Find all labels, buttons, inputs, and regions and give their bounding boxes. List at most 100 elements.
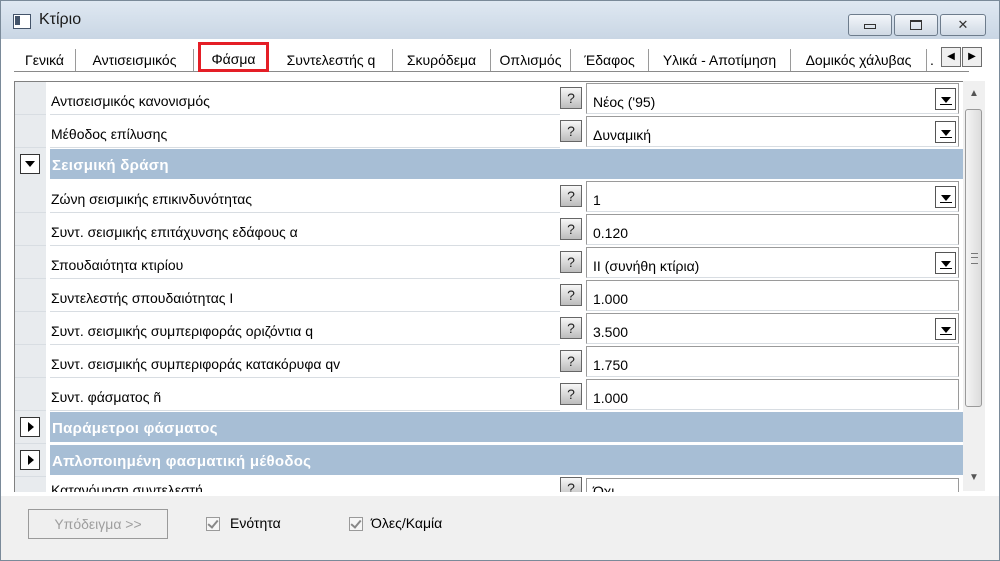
tab-antiseismic[interactable]: Αντισεισμικός: [76, 49, 194, 71]
section-simplified-spectral-method[interactable]: Απλοποιημένη φασματική μέθοδος: [15, 444, 963, 477]
tab-structural-steel[interactable]: Δομικός χάλυβας: [791, 49, 927, 71]
help-button[interactable]: ?: [560, 350, 582, 372]
property-row: Συντ. σεισμικής συμπεριφοράς κατακόρυφα …: [15, 345, 963, 378]
property-row: Αντισεισμικός κανονισμός ? Νέος ('95): [15, 82, 963, 115]
bottom-bar: Υπόδειγμα >> Ενότητα Όλες/Καμία: [1, 496, 999, 560]
tab-scroll-left-button[interactable]: ◀: [941, 47, 961, 67]
help-button[interactable]: ?: [560, 218, 582, 240]
help-button[interactable]: ?: [560, 477, 582, 492]
section-label: Παράμετροι φάσματος: [50, 412, 963, 442]
tab-strip: Γενικά Αντισεισμικός Φάσμα Συντελεστής q…: [14, 42, 969, 72]
property-label: Συντελεστής σπουδαιότητας Ι: [50, 279, 560, 312]
expand-toggle-icon[interactable]: [20, 450, 40, 470]
example-button[interactable]: Υπόδειγμα >>: [28, 509, 168, 539]
property-value: 1.750: [593, 357, 629, 373]
property-row: Μέθοδος επίλυσης ? Δυναμική: [15, 115, 963, 148]
dropdown-arrow-icon[interactable]: [935, 121, 956, 143]
close-button[interactable]: ✕: [940, 14, 986, 36]
property-input[interactable]: 0.120: [586, 214, 959, 245]
help-button[interactable]: ?: [560, 87, 582, 109]
property-dropdown[interactable]: 3.500: [586, 313, 959, 344]
row-gutter: [15, 279, 46, 312]
tab-more[interactable]: .: [927, 49, 937, 71]
tab-materials-assessment[interactable]: Υλικά - Αποτίμηση: [649, 49, 791, 71]
property-value: 3.500: [593, 324, 629, 340]
row-gutter: [15, 213, 46, 246]
help-button[interactable]: ?: [560, 185, 582, 207]
dropdown-arrow-icon[interactable]: [935, 318, 956, 340]
property-dropdown[interactable]: Νέος ('95): [586, 83, 959, 114]
building-window: Κτίριο ✕ Γενικά Αντισεισμικός Φάσμα Συντ…: [0, 0, 1000, 561]
tab-coefficient-q[interactable]: Συντελεστής q: [270, 49, 393, 71]
help-button[interactable]: ?: [560, 251, 582, 273]
property-label: Σπουδαιότητα κτιρίου: [50, 246, 560, 279]
all-none-checkbox[interactable]: [349, 517, 363, 531]
title-bar: Κτίριο ✕: [1, 1, 999, 39]
row-gutter: [15, 312, 46, 345]
property-label: Συντ. σεισμικής συμπεριφοράς οριζόντια q: [50, 312, 560, 345]
property-label: Ζώνη σεισμικής επικινδυνότητας: [50, 180, 560, 213]
property-input[interactable]: 1.750: [586, 346, 959, 377]
property-row: Σπουδαιότητα κτιρίου ? ΙΙ (συνήθη κτίρια…: [15, 246, 963, 279]
property-label: Κατανόμηση συντελεστή ...: [50, 477, 560, 492]
dropdown-arrow-icon[interactable]: [935, 252, 956, 274]
help-button[interactable]: ?: [560, 383, 582, 405]
property-value: 1: [593, 192, 601, 208]
property-input[interactable]: 1.000: [586, 280, 959, 311]
row-gutter: [15, 477, 46, 492]
property-value: 1.000: [593, 291, 629, 307]
section-label: Απλοποιημένη φασματική μέθοδος: [50, 445, 963, 475]
expand-toggle-icon[interactable]: [20, 417, 40, 437]
property-row: Ζώνη σεισμικής επικινδυνότητας ? 1: [15, 180, 963, 213]
section-seismic-action[interactable]: Σεισμική δράση: [15, 148, 963, 181]
scroll-down-icon[interactable]: ▼: [966, 469, 982, 487]
property-grid: Αντισεισμικός κανονισμός ? Νέος ('95) Μέ…: [14, 81, 963, 492]
property-value: 1.000: [593, 390, 629, 406]
grip-icon: [971, 253, 978, 264]
window-title: Κτίριο: [39, 11, 82, 28]
property-label: Συντ. φάσματος ñ: [50, 378, 560, 411]
arrow-right-icon: ▶: [968, 51, 976, 62]
close-icon: ✕: [957, 17, 969, 32]
tab-concrete[interactable]: Σκυρόδεμα: [393, 49, 491, 71]
property-label: Μέθοδος επίλυσης: [50, 115, 560, 148]
minimize-button[interactable]: [848, 14, 892, 36]
vertical-scrollbar[interactable]: ▲ ▼: [963, 81, 985, 491]
dropdown-arrow-icon[interactable]: [935, 186, 956, 208]
property-value: Δυναμική: [593, 127, 652, 143]
tab-scroll-right-button[interactable]: ▶: [962, 47, 982, 67]
collapse-toggle-icon[interactable]: [20, 154, 40, 174]
minimize-icon: [864, 24, 876, 29]
property-value: Όχι: [593, 483, 615, 492]
row-gutter: [15, 82, 46, 115]
help-button[interactable]: ?: [560, 317, 582, 339]
scroll-up-icon[interactable]: ▲: [966, 85, 982, 103]
property-input[interactable]: 1.000: [586, 379, 959, 410]
dropdown-arrow-icon[interactable]: [935, 88, 956, 110]
tab-reinforcement[interactable]: Οπλισμός: [491, 49, 571, 71]
property-row: Συντ. φάσματος ñ ? 1.000: [15, 378, 963, 411]
property-dropdown[interactable]: Δυναμική: [586, 116, 959, 147]
row-gutter: [15, 115, 46, 148]
row-gutter: [15, 345, 46, 378]
arrow-left-icon: ◀: [947, 51, 955, 62]
tab-soil[interactable]: Έδαφος: [571, 49, 649, 71]
maximize-button[interactable]: [894, 14, 938, 36]
property-label: Συντ. σεισμικής επιτάχυνσης εδάφους α: [50, 213, 560, 246]
property-value: Νέος ('95): [593, 94, 656, 110]
scrollbar-thumb[interactable]: [965, 109, 982, 407]
row-gutter: [15, 180, 46, 213]
maximize-icon: [910, 20, 922, 30]
tab-spectrum[interactable]: Φάσμα: [198, 42, 269, 72]
property-dropdown[interactable]: ΙΙ (συνήθη κτίρια): [586, 247, 959, 278]
unit-checkbox-label: Ενότητα: [230, 515, 281, 531]
section-label: Σεισμική δράση: [50, 149, 963, 179]
property-dropdown[interactable]: Όχι: [586, 478, 959, 492]
section-spectrum-parameters[interactable]: Παράμετροι φάσματος: [15, 411, 963, 444]
help-button[interactable]: ?: [560, 120, 582, 142]
unit-checkbox[interactable]: [206, 517, 220, 531]
tab-general[interactable]: Γενικά: [14, 49, 76, 71]
property-dropdown[interactable]: 1: [586, 181, 959, 212]
property-value: ΙΙ (συνήθη κτίρια): [593, 258, 700, 274]
help-button[interactable]: ?: [560, 284, 582, 306]
